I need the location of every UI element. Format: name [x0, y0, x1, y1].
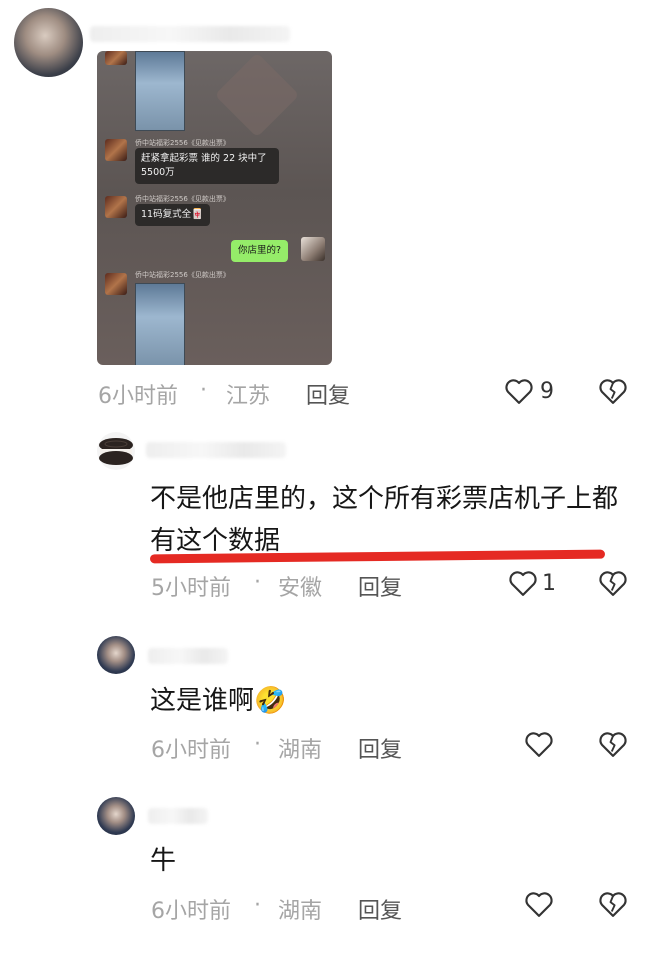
broken-heart-icon	[599, 732, 627, 757]
heart-outline-icon	[509, 571, 537, 596]
reply-button[interactable]: 回复	[358, 732, 402, 764]
chat-my-message: 你店里的?	[231, 240, 289, 262]
heart-outline-icon	[505, 379, 533, 404]
chat-message-2: 11码复式全🀄	[135, 204, 210, 226]
reply-button[interactable]: 回复	[358, 570, 402, 602]
like-button[interactable]	[524, 730, 554, 760]
comment-avatar[interactable]	[97, 432, 135, 470]
heart-outline-icon	[525, 892, 553, 917]
dislike-button[interactable]	[598, 569, 628, 599]
like-button[interactable]: 1	[508, 569, 568, 599]
comment-text: 这是谁啊🤣	[150, 686, 287, 716]
separator-dot: ·	[254, 570, 261, 595]
dislike-button[interactable]	[598, 890, 628, 920]
dislike-button[interactable]	[598, 730, 628, 760]
like-button[interactable]	[524, 890, 554, 920]
laughing-emoji-icon: 🤣	[254, 686, 287, 716]
comment-avatar[interactable]	[97, 797, 135, 835]
comment-location: 湖南	[278, 899, 323, 924]
reply-button[interactable]: 回复	[358, 893, 402, 925]
comment-location: 湖南	[278, 738, 323, 763]
reply-button[interactable]: 回复	[306, 378, 350, 410]
post-image[interactable]: 侨中站福彩2556《见款出票》 赶紧拿起彩票 谁的 22 块中了 5500万 侨…	[97, 51, 332, 365]
comment-text: 牛	[150, 846, 177, 876]
comment-username[interactable]	[148, 648, 228, 664]
post-avatar[interactable]	[14, 8, 83, 77]
comment-avatar[interactable]	[97, 636, 135, 674]
broken-heart-icon	[599, 379, 627, 404]
like-count: 1	[542, 571, 556, 596]
comment-time: 6小时前	[151, 738, 231, 763]
comment-time: 6小时前	[151, 899, 231, 924]
post-username[interactable]	[90, 26, 290, 42]
broken-heart-icon	[599, 892, 627, 917]
chat-sender-name: 侨中站福彩2556《见款出票》	[135, 271, 230, 279]
comment-time: 5小时前	[151, 576, 231, 601]
comment-location: 安徽	[278, 576, 323, 601]
dislike-button[interactable]	[598, 377, 628, 407]
heart-outline-icon	[525, 732, 553, 757]
chat-sender-name: 侨中站福彩2556《见款出票》	[135, 195, 230, 203]
chat-sender-name: 侨中站福彩2556《见款出票》	[135, 139, 230, 147]
comment-username[interactable]	[148, 808, 208, 824]
separator-dot: ·	[200, 378, 207, 403]
post-time: 6小时前	[98, 384, 178, 409]
separator-dot: ·	[254, 893, 261, 918]
mahjong-emoji-icon: 🀄	[191, 209, 204, 220]
comment-username[interactable]	[146, 442, 286, 458]
broken-heart-icon	[599, 571, 627, 596]
chat-message-1: 赶紧拿起彩票 谁的 22 块中了 5500万	[135, 148, 279, 184]
post-location: 江苏	[226, 384, 271, 409]
like-count: 9	[540, 379, 554, 404]
separator-dot: ·	[254, 732, 261, 757]
like-button[interactable]: 9	[504, 377, 564, 407]
oreo-avatar-icon	[99, 438, 133, 465]
